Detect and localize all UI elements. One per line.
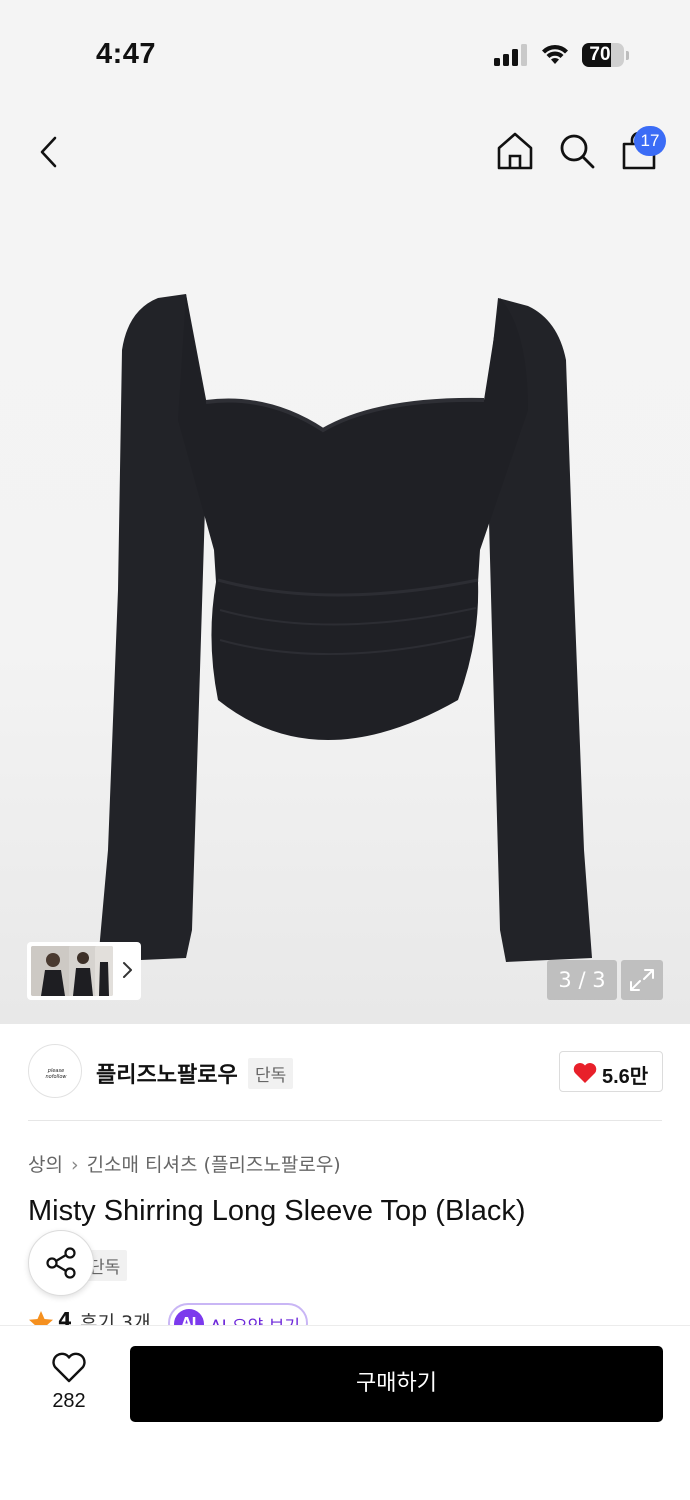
expand-icon[interactable] [621,960,663,1000]
brand-logo-text: please nofollow [45,1068,67,1080]
breadcrumb-separator-icon: › [70,1154,79,1176]
thumbnail-3[interactable] [95,946,113,996]
share-icon [46,1247,76,1279]
cellular-signal-icon [494,44,527,66]
home-icon[interactable] [494,130,536,172]
brand-logo[interactable]: please nofollow [28,1044,82,1098]
share-button[interactable] [28,1230,94,1296]
brand-like-count: 5.6만 [602,1066,649,1088]
thumbnail-strip[interactable] [27,942,141,1000]
bottom-action-bar: 282 구매하기 [0,1325,690,1500]
breadcrumb-category[interactable]: 상의 [28,1154,63,1176]
cart-count-badge: 17 [634,126,666,156]
rating-value: 4 [58,1308,72,1326]
divider [28,1120,662,1121]
product-gallery[interactable]: 17 3 / 3 [0,100,690,1024]
image-page-counter: 3 / 3 [547,960,617,1000]
search-icon[interactable] [556,130,598,172]
exclusive-badge: 단독 [248,1058,294,1089]
breadcrumb: 상의 › 긴소매 티셔츠 (플리즈노팔로우) [28,1150,341,1177]
battery-level: 70 [589,44,611,65]
buy-button[interactable]: 구매하기 [130,1346,663,1422]
brand-like-button[interactable]: 5.6만 [559,1051,663,1092]
breadcrumb-subcategory[interactable]: 긴소매 티셔츠 (플리즈노팔로우) [87,1154,341,1176]
review-count[interactable]: 후기 3개 [80,1308,151,1326]
status-time: 4:47 [96,38,157,70]
ai-badge: AI [174,1309,204,1326]
thumbnail-2[interactable] [69,946,97,996]
wishlist-button[interactable]: 282 [36,1350,102,1420]
wishlist-count: 282 [52,1390,86,1412]
status-bar: 4:47 70 [0,0,690,100]
wifi-icon [542,44,568,64]
ai-summary-button[interactable]: AI AI 요약 보기 [168,1303,308,1326]
chevron-right-icon[interactable] [121,958,135,982]
battery-cap [626,51,629,60]
ai-summary-label: AI 요약 보기 [210,1312,300,1326]
brand-name[interactable]: 플리즈노팔로우 [96,1057,238,1089]
product-image[interactable] [88,290,608,980]
back-arrow-icon[interactable] [30,132,70,172]
product-title: Misty Shirring Long Sleeve Top (Black) [28,1195,526,1227]
heart-filled-icon [573,1063,597,1083]
heart-outline-icon [52,1352,86,1383]
battery-icon: 70 [582,43,624,67]
brand-row: please nofollow 플리즈노팔로우 단독 5.6만 [0,1024,690,1120]
star-icon [29,1311,53,1326]
rating-row: 4 후기 3개 AI AI 요약 보기 [28,1302,668,1326]
